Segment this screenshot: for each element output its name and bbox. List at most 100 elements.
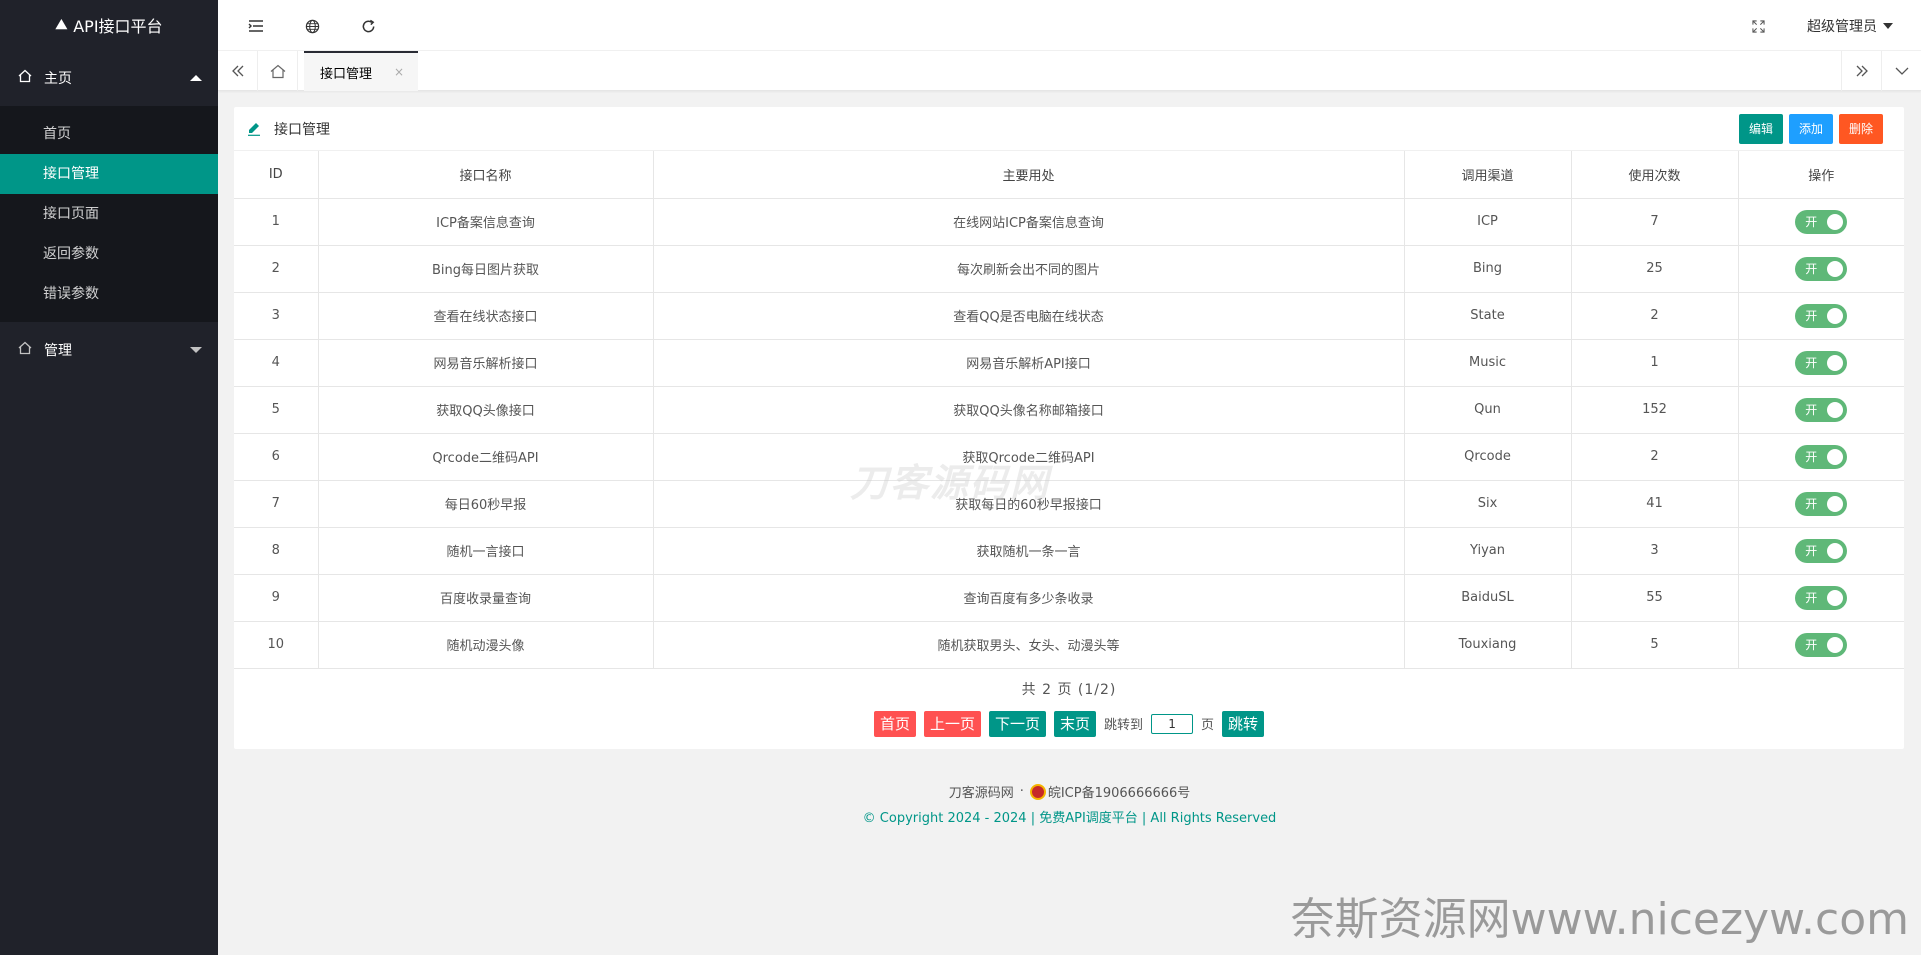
cell-channel: Yiyan	[1403, 526, 1572, 575]
toggle-knob	[1827, 636, 1844, 653]
footer-line-1: 刀客源码网 · 皖ICP备1906666666号	[218, 782, 1921, 801]
prev-page-button[interactable]: 上一页	[923, 710, 981, 737]
home-submenu: 首页 接口管理 接口页面 返回参数 错误参数	[0, 106, 218, 322]
cell-action: 开	[1737, 338, 1904, 387]
sidebar-item-api-manage[interactable]: 接口管理	[0, 154, 218, 194]
toggle-label: 开	[1805, 356, 1818, 370]
close-icon[interactable]: ×	[394, 65, 404, 79]
menu-collapse-icon[interactable]	[246, 16, 266, 36]
sidebar-item-home[interactable]: 首页	[0, 114, 218, 154]
tabs-scroll-right-icon[interactable]	[1841, 51, 1881, 91]
cell-id: 6	[234, 432, 319, 481]
nav-group-home[interactable]: 主页	[0, 50, 218, 106]
corner-watermark: 奈斯资源网www.nicezyw.com	[1290, 894, 1909, 945]
user-name: 超级管理员	[1807, 19, 1877, 35]
toggle-knob	[1827, 401, 1844, 418]
top-header: 超级管理员	[218, 0, 1921, 51]
toggle-knob	[1827, 260, 1844, 277]
cell-id: 5	[234, 385, 319, 434]
status-toggle[interactable]: 开	[1795, 444, 1848, 469]
status-toggle[interactable]: 开	[1795, 303, 1848, 328]
toggle-knob	[1827, 307, 1844, 324]
footer-icp-link[interactable]: 皖ICP备1906666666号	[1048, 782, 1190, 801]
cell-action: 开	[1737, 244, 1904, 293]
jump-button[interactable]: 跳转	[1222, 710, 1265, 737]
col-usage: 主要用处	[652, 151, 1405, 199]
status-toggle[interactable]: 开	[1795, 491, 1848, 516]
app-logo[interactable]: ⛰ API接口平台	[0, 0, 218, 50]
cell-count: 25	[1570, 244, 1739, 293]
caret-down-icon	[190, 347, 202, 353]
cell-action: 开	[1737, 197, 1904, 246]
toggle-label: 开	[1805, 215, 1818, 229]
edit-button[interactable]: 编辑	[1738, 114, 1783, 144]
cell-name: 每日60秒早报	[317, 479, 654, 528]
table-row: 3 查看在线状态接口 查看QQ是否电脑在线状态 State 2 开	[234, 291, 1904, 340]
cell-channel: ICP	[1403, 197, 1572, 246]
status-toggle[interactable]: 开	[1795, 397, 1848, 422]
cell-usage: 获取每日的60秒早报接口	[652, 479, 1405, 528]
last-page-button[interactable]: 末页	[1053, 710, 1096, 737]
refresh-icon[interactable]	[358, 16, 378, 36]
sidebar-item-error-params[interactable]: 错误参数	[0, 274, 218, 314]
footer-separator: ·	[1019, 784, 1024, 799]
cell-count: 2	[1570, 291, 1739, 340]
toggle-label: 开	[1805, 262, 1818, 276]
cell-channel: Qun	[1403, 385, 1572, 434]
cell-id: 10	[234, 620, 319, 669]
nav-group-manage[interactable]: 管理	[0, 322, 218, 378]
cell-count: 55	[1570, 573, 1739, 622]
tabs-scroll-left-icon[interactable]	[218, 51, 258, 91]
table-row: 10 随机动漫头像 随机获取男头、女头、动漫头等 Touxiang 5 开	[234, 620, 1904, 669]
user-menu[interactable]: 超级管理员	[1807, 16, 1893, 36]
next-page-button[interactable]: 下一页	[988, 710, 1046, 737]
status-toggle[interactable]: 开	[1795, 256, 1848, 281]
page-unit-label: 页	[1201, 718, 1215, 733]
status-toggle[interactable]: 开	[1795, 585, 1848, 610]
delete-button[interactable]: 删除	[1838, 114, 1883, 144]
sidebar-item-api-page[interactable]: 接口页面	[0, 194, 218, 234]
jump-to-label: 跳转到	[1104, 718, 1144, 733]
status-toggle[interactable]: 开	[1795, 209, 1848, 234]
first-page-button[interactable]: 首页	[873, 710, 916, 737]
cell-count: 2	[1570, 432, 1739, 481]
cell-usage: 网易音乐解析API接口	[652, 338, 1405, 387]
footer-site-link[interactable]: 刀客源码网	[949, 782, 1014, 801]
page-number-input[interactable]	[1151, 713, 1194, 734]
cell-channel: Bing	[1403, 244, 1572, 293]
cell-channel: Six	[1403, 479, 1572, 528]
cell-count: 152	[1570, 385, 1739, 434]
card-header: 接口管理 编辑 添加 删除	[234, 107, 1904, 151]
cell-count: 5	[1570, 620, 1739, 669]
cell-usage: 查询百度有多少条收录	[652, 573, 1405, 622]
cell-usage: 获取随机一条一言	[652, 526, 1405, 575]
sidebar-item-return-params[interactable]: 返回参数	[0, 234, 218, 274]
cell-id: 9	[234, 573, 319, 622]
cell-usage: 每次刷新会出不同的图片	[652, 244, 1405, 293]
toggle-knob	[1827, 213, 1844, 230]
cell-id: 3	[234, 291, 319, 340]
cell-action: 开	[1737, 291, 1904, 340]
status-toggle[interactable]: 开	[1795, 538, 1848, 563]
api-manage-card: 接口管理 编辑 添加 删除 ID 接口名称 主要用处 调用渠道 使用次数 操作 …	[234, 107, 1904, 749]
toggle-knob	[1827, 589, 1844, 606]
nav-group-manage-label: 管理	[44, 343, 72, 359]
table-header-row: ID 接口名称 主要用处 调用渠道 使用次数 操作	[234, 151, 1904, 199]
cell-channel: Qrcode	[1403, 432, 1572, 481]
tab-home-icon[interactable]	[258, 51, 298, 91]
tab-api-manage[interactable]: 接口管理 ×	[304, 51, 419, 91]
cell-name: ICP备案信息查询	[317, 197, 654, 246]
add-button[interactable]: 添加	[1788, 114, 1833, 144]
status-toggle[interactable]: 开	[1795, 350, 1848, 375]
tabs-dropdown-icon[interactable]	[1881, 51, 1921, 91]
police-badge-icon	[1029, 783, 1046, 800]
cell-action: 开	[1737, 479, 1904, 528]
toggle-label: 开	[1805, 403, 1818, 417]
home-icon	[18, 69, 34, 87]
cell-name: 网易音乐解析接口	[317, 338, 654, 387]
globe-icon[interactable]	[302, 16, 322, 36]
fullscreen-icon[interactable]	[1748, 16, 1768, 36]
status-toggle[interactable]: 开	[1795, 632, 1848, 657]
cell-count: 3	[1570, 526, 1739, 575]
api-table: ID 接口名称 主要用处 调用渠道 使用次数 操作 1 ICP备案信息查询 在线网站…	[234, 151, 1904, 669]
